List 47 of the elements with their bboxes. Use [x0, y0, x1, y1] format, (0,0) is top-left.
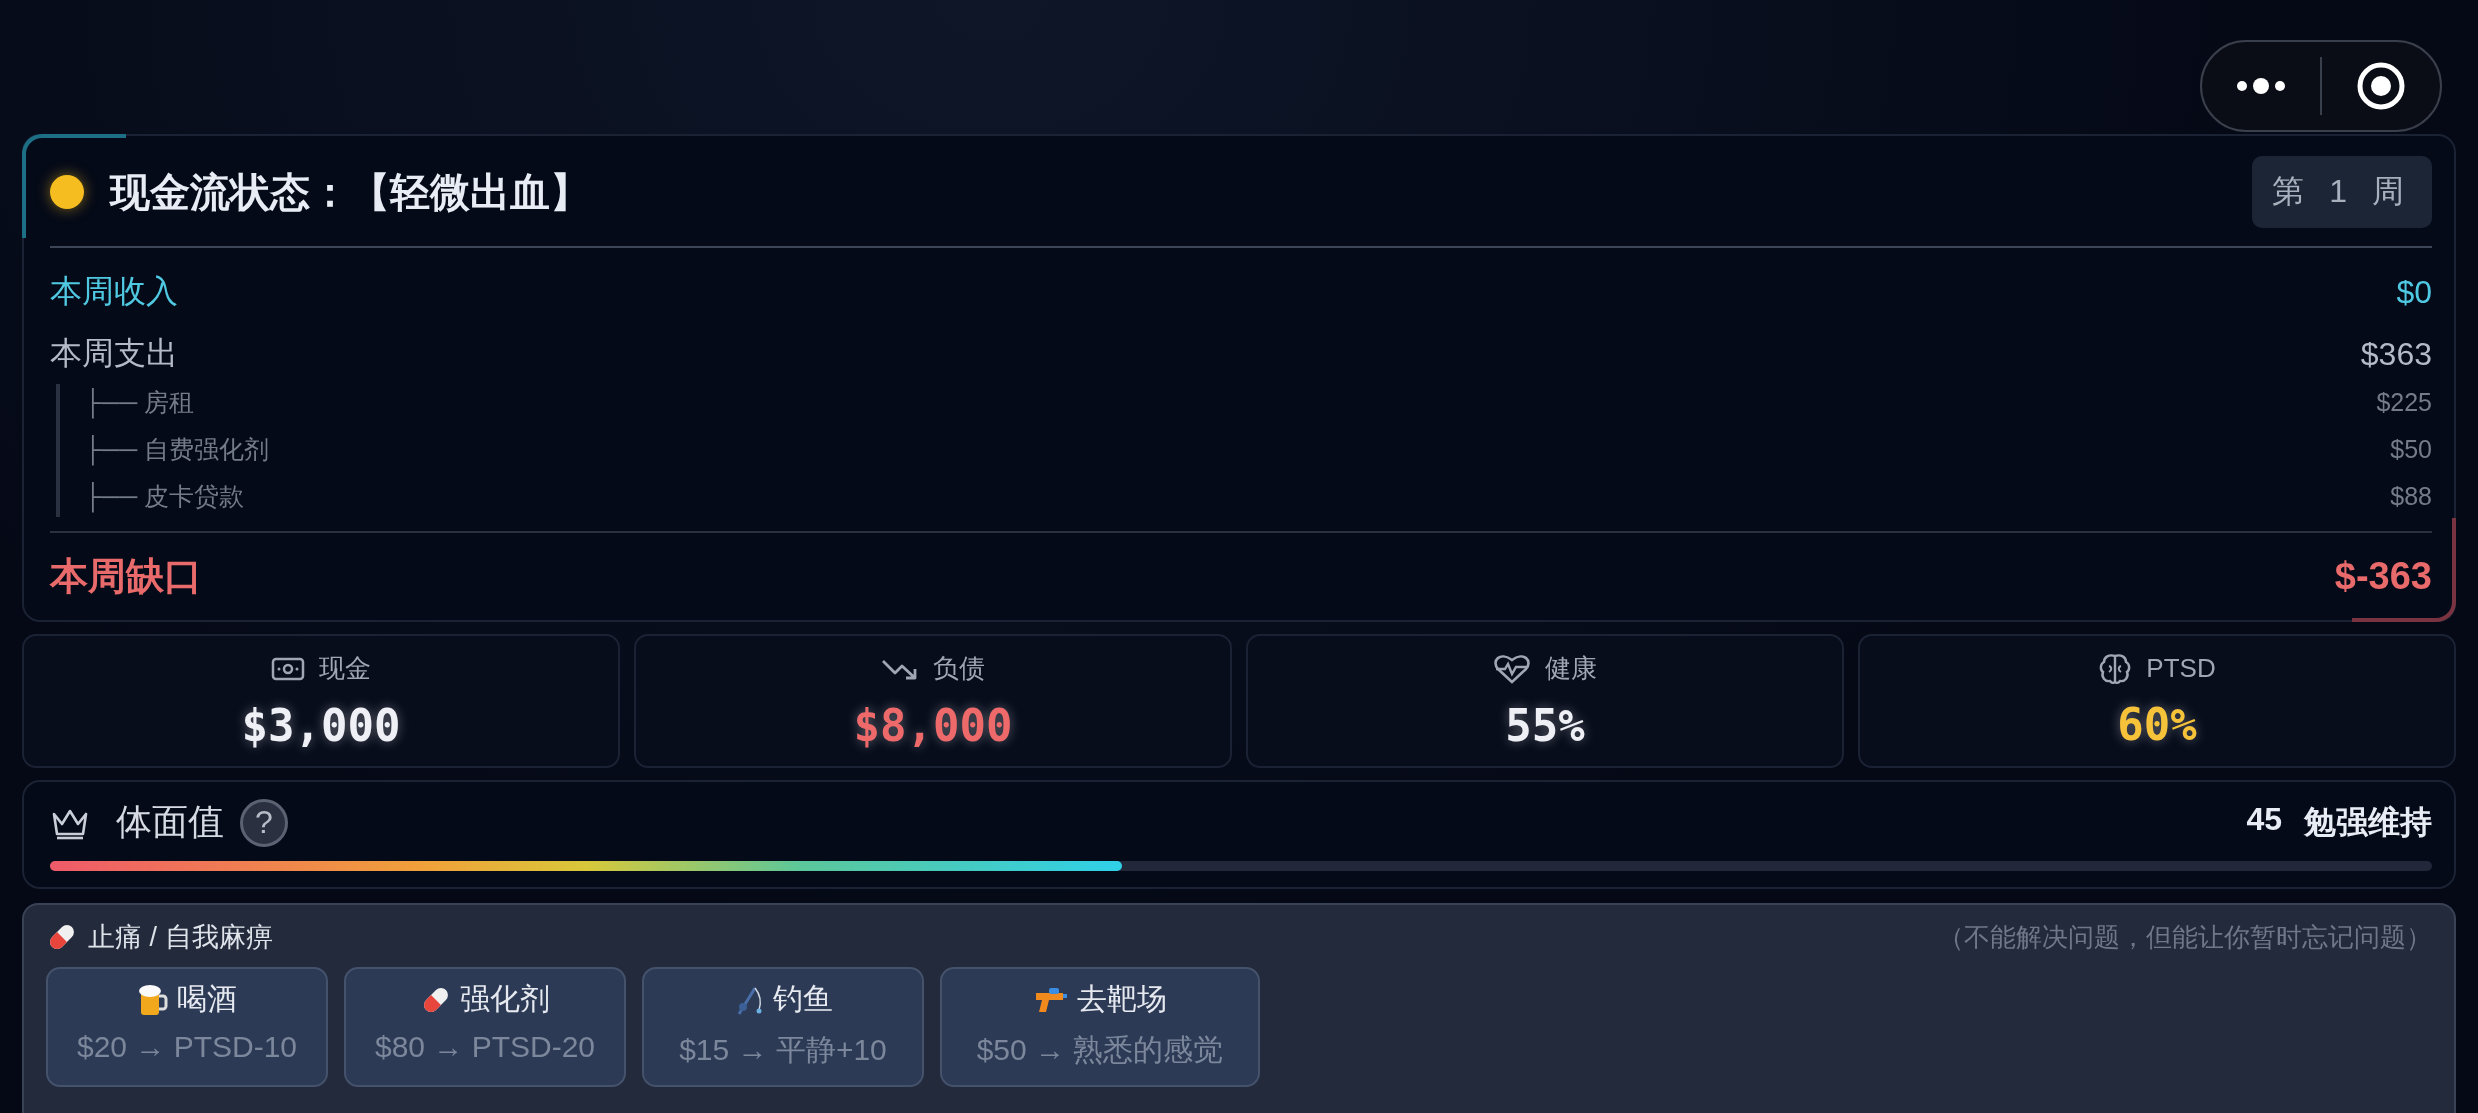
more-icon[interactable] — [2236, 78, 2286, 94]
stat-value: 60% — [2117, 698, 2197, 750]
row-label: 本周缺口 — [50, 554, 202, 599]
section-note: （不能解决问题，但能让你暂时忘记问题） — [1938, 920, 2432, 954]
heart-pulse-icon — [1493, 652, 1531, 685]
row-label: ├── 自费强化剂 — [84, 433, 270, 466]
cash-icon — [271, 655, 305, 682]
stat-value: $3,000 — [241, 700, 401, 751]
option-name: 钓鱼 — [773, 981, 833, 1017]
target-icon[interactable] — [2356, 61, 2406, 111]
relief-option[interactable]: 强化剂 $80 → PTSD-20 — [344, 967, 626, 1087]
brain-icon — [2098, 652, 2133, 685]
row-amount: $0 — [2396, 273, 2432, 311]
option-name: 强化剂 — [460, 981, 550, 1017]
stat-label: 负债 — [933, 652, 985, 685]
cashflow-title: 现金流状态：【轻微出血】 — [110, 168, 591, 216]
row-label: 本周支出 — [50, 334, 178, 373]
stat-value: $8,000 — [853, 700, 1013, 751]
dignity-score: 45 — [2246, 800, 2282, 839]
stat-label: 现金 — [319, 652, 371, 685]
status-dot — [50, 175, 84, 209]
row-amount: $50 — [2390, 435, 2432, 464]
week-badge: 第 1 周 — [2252, 156, 2432, 228]
option-effect: $15 → 平静+10 — [679, 1032, 887, 1068]
option-name: 喝酒 — [177, 981, 237, 1017]
relief-option[interactable]: 喝酒 $20 → PTSD-10 — [46, 967, 328, 1087]
stat-label: 健康 — [1545, 652, 1597, 685]
option-effect: $20 → PTSD-10 — [76, 1030, 298, 1064]
stat-value: 55% — [1505, 700, 1585, 751]
relief-option[interactable]: 去靶场 $50 → 熟悉的感觉 — [940, 967, 1260, 1087]
option-name: 去靶场 — [1077, 981, 1167, 1017]
dignity-status: 勉强维持 — [2304, 802, 2432, 842]
dignity-title: 体面值 — [116, 800, 224, 844]
relief-option[interactable]: 钓鱼 $15 → 平静+10 — [642, 967, 924, 1087]
row-amount: $88 — [2390, 482, 2432, 511]
row-amount: $-363 — [2334, 555, 2432, 598]
row-label: ├── 皮卡贷款 — [84, 480, 245, 513]
row-amount: $225 — [2376, 388, 2432, 417]
beer-mug-icon — [137, 982, 169, 1017]
row-label: ├── 房租 — [84, 386, 195, 419]
stat-label: PTSD — [2146, 653, 2216, 684]
row-label: 本周收入 — [50, 272, 178, 311]
option-effect: $50 → 熟悉的感觉 — [976, 1032, 1224, 1068]
option-effect: $80 → PTSD-20 — [374, 1030, 596, 1064]
row-amount: $363 — [2360, 335, 2432, 373]
section-title: 止痛 / 自我麻痹 — [88, 921, 273, 954]
help-button[interactable]: ? — [240, 798, 288, 847]
